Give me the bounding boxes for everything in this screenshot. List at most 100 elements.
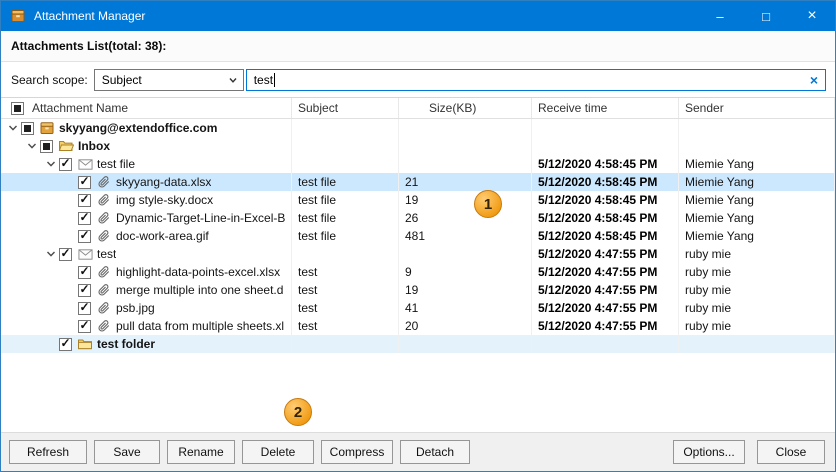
cell-sender: ruby mie — [679, 317, 835, 335]
options-button[interactable]: Options... — [673, 440, 745, 464]
cell-attachment-name: ✓ test file — [1, 155, 292, 173]
row-checkbox[interactable] — [21, 121, 34, 135]
cell-receive-time: 5/12/2020 4:47:55 PM — [532, 317, 679, 335]
table-row[interactable]: ✓ test 5/12/2020 4:47:55 PM ruby mie — [1, 245, 835, 263]
attachment-name-label: img style-sky.docx — [116, 193, 214, 207]
table-header: Attachment Name Subject Size(KB) Receive… — [1, 98, 835, 119]
select-all-checkbox[interactable] — [11, 101, 24, 115]
table-row[interactable]: skyyang@extendoffice.com — [1, 119, 835, 137]
cell-attachment-name: ✓ test folder — [1, 335, 292, 353]
column-header-attachment-name[interactable]: Attachment Name — [1, 98, 292, 118]
table-row[interactable]: ✓ Dynamic-Target-Line-in-Excel-B test file… — [1, 209, 835, 227]
table-row[interactable]: Inbox — [1, 137, 835, 155]
text-caret — [274, 72, 276, 87]
detach-button[interactable]: Detach — [400, 440, 470, 464]
row-checkbox[interactable]: ✓ — [59, 247, 72, 261]
table-row[interactable]: ✓ pull data from multiple sheets.xl test 20… — [1, 317, 835, 335]
row-checkbox[interactable] — [40, 139, 53, 153]
cell-sender: Miemie Yang — [679, 173, 835, 191]
save-button[interactable]: Save — [94, 440, 160, 464]
column-header-receive-time[interactable]: Receive time — [532, 98, 679, 118]
table-row[interactable]: ✓ psb.jpg test 41 5/12/2020 4:47:55 PM ruby m… — [1, 299, 835, 317]
attachment-name-label: test file — [97, 157, 136, 171]
expand-chevron-icon[interactable] — [24, 141, 40, 151]
row-checkbox[interactable]: ✓ — [59, 337, 72, 351]
attachment-name-label: skyyang@extendoffice.com — [59, 121, 218, 135]
row-checkbox[interactable]: ✓ — [78, 175, 91, 189]
table-row[interactable]: ✓ test folder — [1, 335, 835, 353]
row-checkbox[interactable]: ✓ — [78, 193, 91, 207]
delete-button[interactable]: Delete — [242, 440, 314, 464]
row-checkbox[interactable]: ✓ — [78, 265, 91, 279]
cell-size — [399, 335, 532, 353]
search-scope-value: Subject — [101, 72, 142, 87]
cell-subject — [292, 119, 399, 137]
chevron-down-icon — [228, 75, 238, 85]
titlebar: Attachment Manager – □ × — [1, 1, 835, 31]
close-icon[interactable]: × — [789, 1, 835, 31]
cell-sender: Miemie Yang — [679, 227, 835, 245]
column-header-sender[interactable]: Sender — [679, 98, 835, 118]
close-button[interactable]: Close — [757, 440, 825, 464]
cell-sender: Miemie Yang — [679, 191, 835, 209]
table-row[interactable]: ✓ doc-work-area.gif test file 481 5/12/2020 … — [1, 227, 835, 245]
attachment-name-label: pull data from multiple sheets.xl — [116, 319, 285, 333]
cell-attachment-name: ✓ highlight-data-points-excel.xlsx — [1, 263, 292, 281]
row-checkbox[interactable]: ✓ — [78, 229, 91, 243]
table-row[interactable]: ✓ highlight-data-points-excel.xlsx test 9 5/… — [1, 263, 835, 281]
attachment-name-label: Inbox — [78, 139, 110, 153]
refresh-button[interactable]: Refresh — [9, 440, 87, 464]
search-scope-label: Search scope: — [11, 72, 88, 87]
paperclip-icon — [95, 320, 113, 332]
row-checkbox[interactable]: ✓ — [78, 211, 91, 225]
column-label: Attachment Name — [32, 101, 129, 115]
attachment-manager-window: Attachment Manager – □ × Attachments Lis… — [0, 0, 836, 472]
search-scope-select[interactable]: Subject — [93, 68, 244, 91]
cell-subject — [292, 137, 399, 155]
minimize-icon[interactable]: – — [697, 1, 743, 31]
row-checkbox[interactable]: ✓ — [78, 319, 91, 333]
expand-chevron-icon[interactable] — [5, 123, 21, 133]
table-row[interactable]: ✓ test file 5/12/2020 4:58:45 PM Miemie Yan… — [1, 155, 835, 173]
mail-icon — [76, 158, 94, 171]
attachment-name-label: highlight-data-points-excel.xlsx — [116, 265, 281, 279]
table-row[interactable]: ✓ img style-sky.docx test file 19 5/12/2020 … — [1, 191, 835, 209]
cell-sender: Miemie Yang — [679, 155, 835, 173]
window-title: Attachment Manager — [34, 9, 146, 23]
row-checkbox[interactable]: ✓ — [59, 157, 72, 171]
table-row[interactable]: ✓ skyyang-data.xlsx test file 21 5/12/2020 4… — [1, 173, 835, 191]
clear-search-icon[interactable]: × — [810, 72, 818, 88]
cell-attachment-name: ✓ merge multiple into one sheet.d — [1, 281, 292, 299]
cell-subject — [292, 155, 399, 173]
cell-receive-time: 5/12/2020 4:58:45 PM — [532, 209, 679, 227]
cell-subject: test file — [292, 227, 399, 245]
cell-subject: test — [292, 263, 399, 281]
search-input[interactable]: test × — [245, 68, 826, 91]
cell-subject: test — [292, 299, 399, 317]
table-row[interactable]: ✓ merge multiple into one sheet.d test 19 5/… — [1, 281, 835, 299]
column-header-size[interactable]: Size(KB) — [399, 98, 532, 118]
row-checkbox[interactable]: ✓ — [78, 283, 91, 297]
expand-chevron-icon[interactable] — [43, 159, 59, 169]
cell-size: 41 — [399, 299, 532, 317]
column-label: Size(KB) — [429, 101, 477, 115]
cell-size: 20 — [399, 317, 532, 335]
cell-receive-time: 5/12/2020 4:47:55 PM — [532, 299, 679, 317]
compress-button[interactable]: Compress — [321, 440, 393, 464]
attachment-name-label: test — [97, 247, 117, 261]
row-checkbox[interactable]: ✓ — [78, 301, 91, 315]
expand-chevron-icon[interactable] — [43, 249, 59, 259]
cell-receive-time: 5/12/2020 4:58:45 PM — [532, 227, 679, 245]
cell-sender — [679, 119, 835, 137]
cell-sender: Miemie Yang — [679, 209, 835, 227]
cell-receive-time — [532, 335, 679, 353]
cell-size: 21 — [399, 173, 532, 191]
cell-attachment-name: ✓ skyyang-data.xlsx — [1, 173, 292, 191]
bottom-button-bar: Refresh Save Rename Delete Compress Detach Op… — [1, 432, 835, 471]
cell-attachment-name: ✓ Dynamic-Target-Line-in-Excel-B — [1, 209, 292, 227]
column-header-subject[interactable]: Subject — [292, 98, 399, 118]
app-icon — [10, 8, 26, 24]
rename-button[interactable]: Rename — [167, 440, 235, 464]
cell-attachment-name: skyyang@extendoffice.com — [1, 119, 292, 137]
maximize-icon[interactable]: □ — [743, 1, 789, 31]
